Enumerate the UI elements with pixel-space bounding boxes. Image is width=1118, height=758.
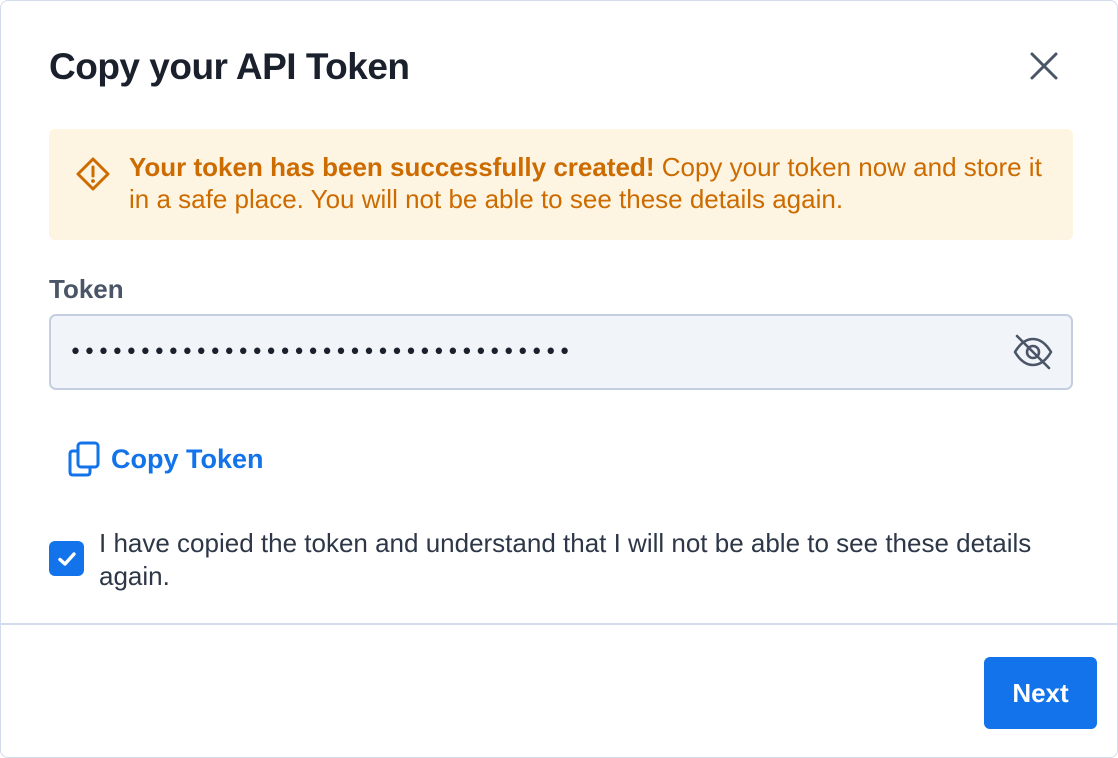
success-alert: Your token has been successfully created… <box>49 129 1073 240</box>
acknowledge-checkbox[interactable] <box>49 541 84 576</box>
alert-message: Your token has been successfully created… <box>129 151 1049 215</box>
close-icon <box>1030 52 1058 80</box>
acknowledge-label[interactable]: I have copied the token and understand t… <box>99 527 1079 593</box>
copy-token-button[interactable]: Copy Token <box>67 439 264 479</box>
footer-divider <box>1 623 1117 625</box>
close-button[interactable] <box>1021 43 1067 89</box>
next-button[interactable]: Next <box>984 657 1097 729</box>
eye-off-icon <box>1013 334 1053 370</box>
checkmark-icon <box>57 551 76 566</box>
alert-strong-text: Your token has been successfully created… <box>129 152 655 182</box>
token-input[interactable] <box>69 316 989 388</box>
token-label: Token <box>49 274 124 304</box>
copy-token-label: Copy Token <box>111 444 264 474</box>
warning-diamond-icon <box>76 157 110 191</box>
toggle-visibility-button[interactable] <box>1011 332 1055 372</box>
api-token-dialog: Copy your API Token Your token has been … <box>0 0 1118 758</box>
token-field <box>49 314 1073 390</box>
dialog-title: Copy your API Token <box>49 46 410 87</box>
copy-icon <box>68 441 100 477</box>
